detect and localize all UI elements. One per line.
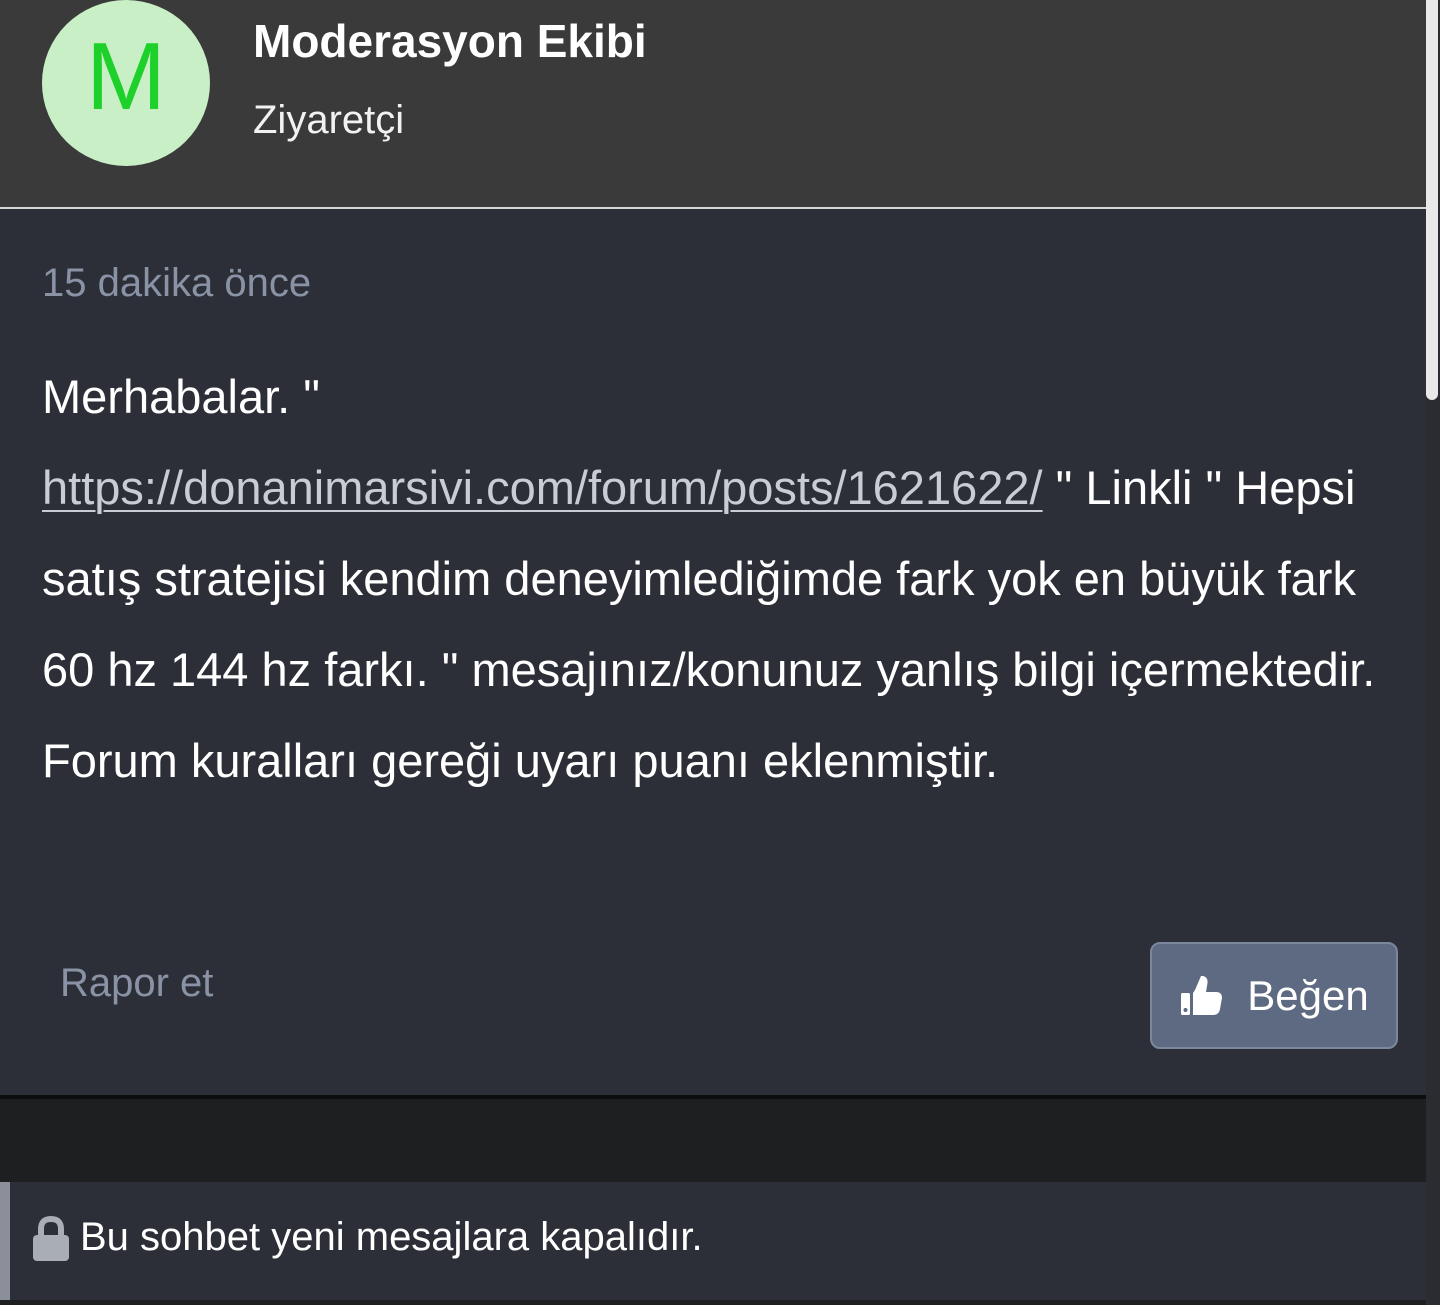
author-name[interactable]: Moderasyon Ekibi xyxy=(253,14,647,68)
page: M Moderasyon Ekibi Ziyaretçi 15 dakika ö… xyxy=(0,0,1440,1305)
lock-icon xyxy=(33,1216,69,1261)
scrollbar-thumb[interactable] xyxy=(1426,0,1438,400)
notice-text: Bu sohbet yeni mesajlara kapalıdır. xyxy=(80,1215,703,1259)
message-intro: Merhabalar. " xyxy=(42,370,320,423)
author-role: Ziyaretçi xyxy=(253,98,405,142)
post-bottom-divider xyxy=(0,1095,1440,1099)
thread-closed-notice: Bu sohbet yeni mesajlara kapalıdır. xyxy=(0,1182,1440,1300)
post-message: Merhabalar. " https://donanimarsivi.com/f… xyxy=(42,351,1412,806)
post-timestamp[interactable]: 15 dakika önce xyxy=(42,261,311,306)
thumbs-up-icon xyxy=(1181,975,1223,1015)
like-label: Beğen xyxy=(1247,971,1369,1019)
post-author-header: M Moderasyon Ekibi Ziyaretçi xyxy=(0,0,1426,207)
like-button[interactable]: Beğen xyxy=(1150,942,1398,1049)
report-link[interactable]: Rapor et xyxy=(60,961,213,1006)
avatar-letter: M xyxy=(86,23,166,130)
post-body: 15 dakika önce Merhabalar. " https://dona… xyxy=(0,209,1426,1095)
message-link[interactable]: https://donanimarsivi.com/forum/posts/16… xyxy=(42,461,1043,514)
avatar[interactable]: M xyxy=(42,0,210,166)
notice-accent-bar xyxy=(0,1182,10,1300)
